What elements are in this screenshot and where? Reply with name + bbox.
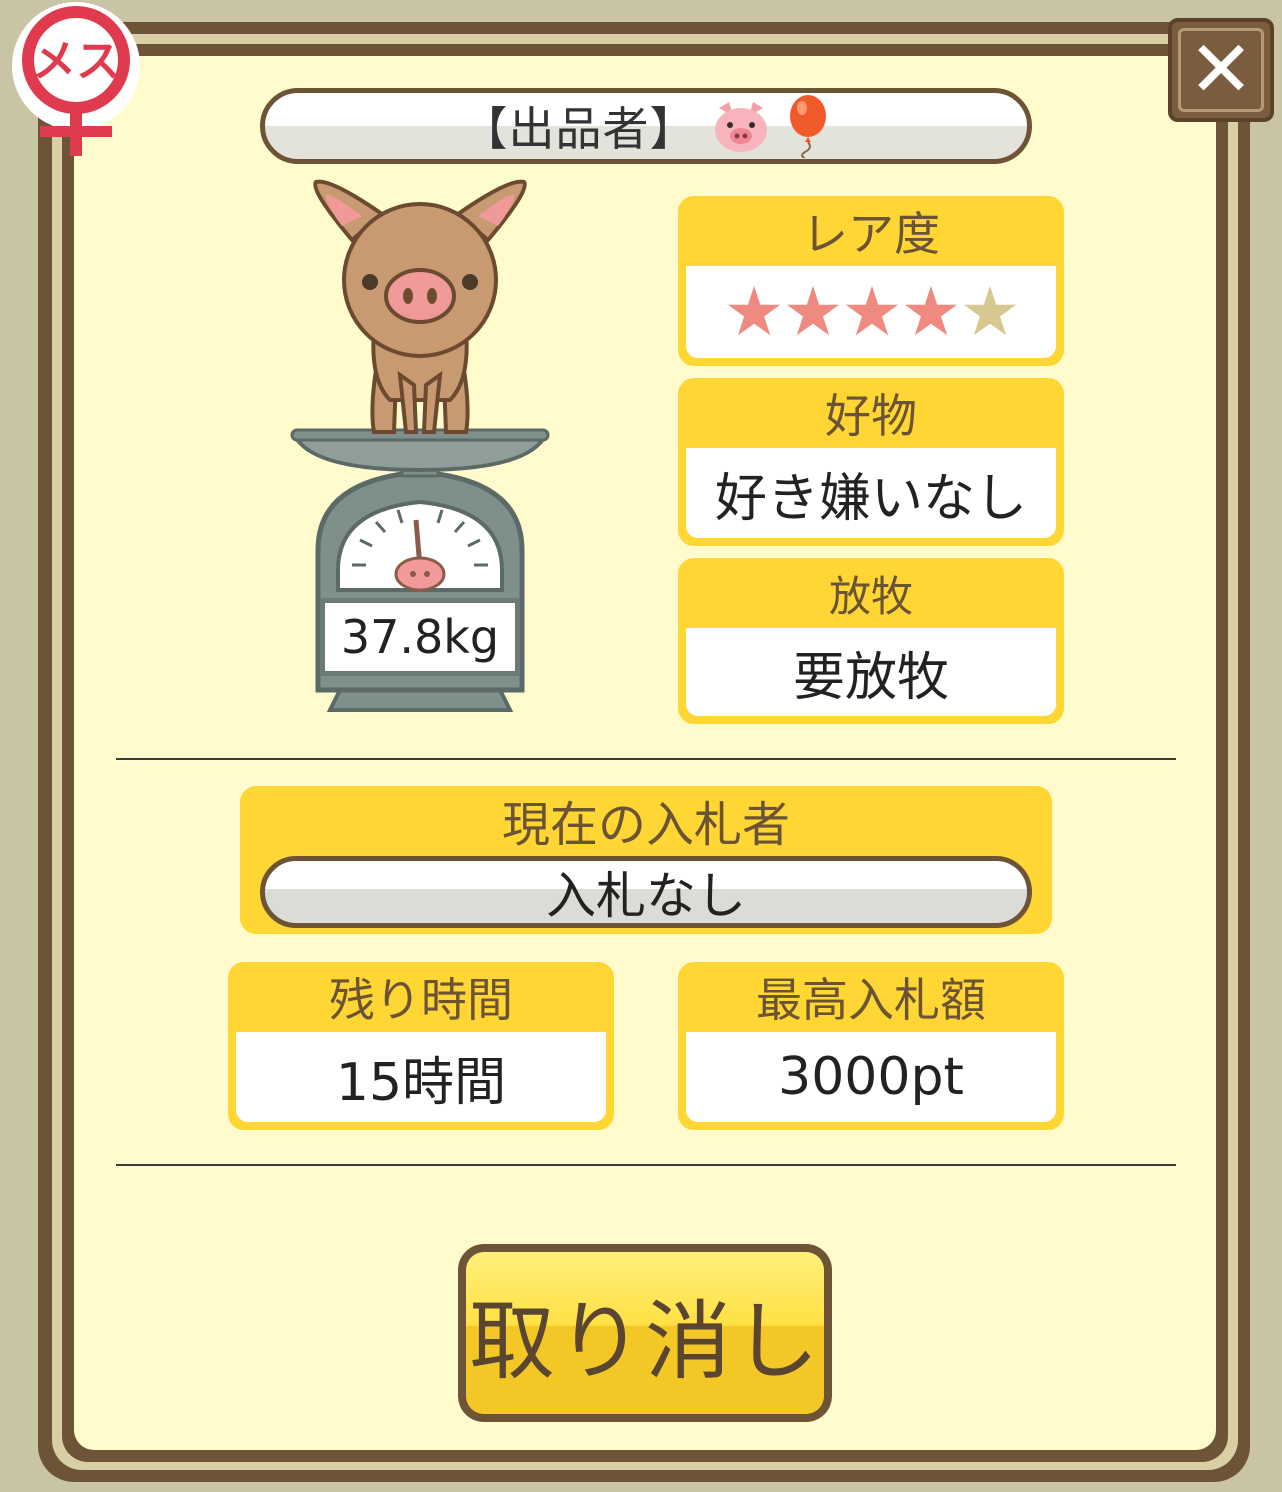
female-gender-icon: メス <box>12 2 140 156</box>
pig-face-icon <box>714 102 767 152</box>
cancel-button[interactable]: 取り消し <box>458 1244 832 1422</box>
rarity-card: レア度 ★★★★★ <box>678 196 1064 366</box>
current-bidder-card: 現在の入札者 入札なし <box>240 786 1052 934</box>
time-left-card: 残り時間 15時間 <box>228 962 614 1130</box>
gender-label: メス <box>32 36 120 87</box>
star-filled-icon: ★ <box>841 272 903 352</box>
cancel-button-label: 取り消し <box>466 1252 824 1414</box>
divider-bottom <box>116 1164 1176 1166</box>
favorite-card: 好物 好き嫌いなし <box>678 378 1064 546</box>
top-bid-title: 最高入札額 <box>756 973 986 1027</box>
divider-top <box>116 758 1176 760</box>
star-filled-icon: ★ <box>782 272 844 352</box>
seller-label: 【出品者】 <box>461 102 697 156</box>
grazing-card: 放牧 要放牧 <box>678 558 1064 724</box>
close-icon: ✕ <box>1188 25 1254 115</box>
top-bid-value: 3000pt <box>686 1032 1056 1122</box>
star-filled-icon: ★ <box>723 272 785 352</box>
star-empty-icon: ★ <box>959 272 1020 352</box>
weight-readout: 37.8kg <box>320 598 520 676</box>
favorite-title: 好物 <box>825 389 917 443</box>
time-left-value: 15時間 <box>236 1032 606 1122</box>
current-bidder-title: 現在の入札者 <box>501 797 790 853</box>
current-bidder-value: 入札なし <box>260 856 1032 928</box>
rarity-title: レア度 <box>802 207 940 261</box>
rarity-stars: ★★★★★ <box>686 266 1056 358</box>
favorite-value: 好き嫌いなし <box>686 448 1056 538</box>
star-filled-icon: ★ <box>900 272 961 352</box>
grazing-title: 放牧 <box>828 571 913 621</box>
balloon-icon <box>789 95 826 158</box>
seller-bar: 【出品者】 <box>260 88 1032 164</box>
time-left-title: 残り時間 <box>329 973 513 1027</box>
close-button[interactable]: ✕ <box>1168 18 1274 122</box>
grazing-value: 要放牧 <box>686 628 1056 716</box>
top-bid-card: 最高入札額 3000pt <box>678 962 1064 1130</box>
